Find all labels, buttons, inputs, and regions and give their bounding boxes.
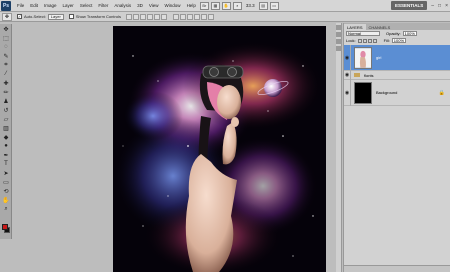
lock-icon: 🔒 bbox=[438, 89, 445, 96]
lasso-tool-icon[interactable]: ◌ bbox=[1, 43, 11, 51]
layer-name[interactable]: girl bbox=[376, 55, 381, 60]
mini-bridge-icon[interactable]: ▦ bbox=[210, 1, 220, 10]
healing-tool-icon[interactable]: ✚ bbox=[1, 79, 11, 87]
ps-logo: Ps bbox=[1, 0, 11, 11]
arrange-docs-icon[interactable]: ▤ bbox=[258, 1, 268, 10]
zoom-tool-icon[interactable]: ⌕ bbox=[1, 205, 11, 213]
minimize-icon[interactable]: – bbox=[429, 3, 436, 9]
fill-field[interactable]: 100% bbox=[391, 38, 406, 43]
blur-tool-icon[interactable]: ◆ bbox=[1, 133, 11, 141]
blend-mode-dropdown[interactable]: Normal bbox=[346, 31, 380, 36]
right-panel-dock: LAYERS CHANNELS Normal Opacity: 100% Loc… bbox=[336, 23, 450, 272]
brush-tool-icon[interactable]: ✏ bbox=[1, 88, 11, 96]
quick-select-tool-icon[interactable]: ✎ bbox=[1, 52, 11, 60]
layer-thumbnail-background bbox=[354, 81, 372, 104]
path-select-tool-icon[interactable]: ➤ bbox=[1, 169, 11, 177]
zoom-level[interactable]: 33.3 bbox=[243, 3, 258, 8]
layer-name[interactable]: flonts bbox=[364, 73, 374, 78]
layer-group-flonts[interactable]: ◉ flonts bbox=[344, 70, 450, 80]
hand-tool-icon[interactable]: ✋ bbox=[1, 196, 11, 204]
layer-list: ◉ girl ◉ flonts ◉ Background 🔒 bbox=[344, 44, 450, 106]
space-girl-artwork bbox=[113, 26, 326, 272]
menu-file[interactable]: File bbox=[14, 3, 27, 8]
menu-layer[interactable]: Layer bbox=[60, 3, 77, 8]
marquee-tool-icon[interactable]: ⬚ bbox=[1, 34, 11, 42]
auto-select-label: Auto-Select: bbox=[24, 14, 46, 19]
gradient-tool-icon[interactable]: ▥ bbox=[1, 124, 11, 132]
menu-help[interactable]: Help bbox=[184, 3, 199, 8]
close-icon[interactable]: × bbox=[443, 3, 450, 9]
type-tool-icon[interactable]: T bbox=[1, 160, 11, 168]
menu-analysis[interactable]: Analysis bbox=[111, 3, 134, 8]
folder-icon bbox=[354, 73, 360, 77]
layer-name[interactable]: Background bbox=[376, 90, 397, 95]
maximize-icon[interactable]: □ bbox=[436, 3, 443, 9]
crop-tool-icon[interactable]: ⌗ bbox=[1, 61, 11, 69]
lock-buttons[interactable] bbox=[357, 38, 378, 43]
zoom-view-icon[interactable]: ⌕ bbox=[232, 1, 242, 10]
layer-thumbnail-girl bbox=[354, 46, 372, 69]
panel-tabs: LAYERS CHANNELS bbox=[344, 23, 450, 30]
menu-image[interactable]: Image bbox=[41, 3, 60, 8]
options-bar: ✥ ✓ Auto-Select: Layer Show Transform Co… bbox=[0, 12, 450, 22]
menu-view[interactable]: View bbox=[146, 3, 162, 8]
photoshop-window: Ps File Edit Image Layer Select Filter A… bbox=[0, 0, 450, 272]
history-brush-tool-icon[interactable]: ↺ bbox=[1, 106, 11, 114]
workspace-switcher[interactable]: ESSENTIALS bbox=[391, 1, 428, 10]
tools-panel: ✥ ⬚ ◌ ✎ ⌗ ⁄ ✚ ✏ ♟ ↺ ▱ ▥ ◆ ● ✒ T ➤ ▭ ⟲ ✋ … bbox=[0, 24, 12, 239]
visibility-eye-icon[interactable]: ◉ bbox=[344, 79, 351, 106]
opacity-field[interactable]: 100% bbox=[402, 31, 417, 36]
layer-background[interactable]: ◉ Background 🔒 bbox=[344, 79, 450, 106]
lock-label: Lock: bbox=[346, 38, 356, 43]
move-tool-icon[interactable]: ✥ bbox=[1, 25, 11, 33]
menu-bar: Ps File Edit Image Layer Select Filter A… bbox=[0, 0, 450, 12]
screen-mode-icon[interactable]: ▭ bbox=[269, 1, 279, 10]
fill-label: Fill: bbox=[383, 38, 390, 43]
blend-row: Normal Opacity: 100% bbox=[344, 30, 450, 37]
layers-panel: LAYERS CHANNELS Normal Opacity: 100% Loc… bbox=[343, 23, 450, 272]
3d-rotate-tool-icon[interactable]: ⟲ bbox=[1, 187, 11, 195]
foreground-color-swatch[interactable] bbox=[2, 224, 8, 230]
transform-controls-label: Show Transform Controls bbox=[75, 14, 121, 19]
auto-select-checkbox[interactable]: ✓ bbox=[17, 14, 22, 19]
visibility-eye-icon[interactable]: ◉ bbox=[344, 70, 351, 80]
distribute-icons[interactable] bbox=[172, 13, 215, 20]
layers-panel-footer[interactable] bbox=[344, 265, 450, 272]
lock-row: Lock: Fill: 100% bbox=[344, 37, 450, 44]
align-icons[interactable] bbox=[125, 13, 168, 20]
hand-view-icon[interactable]: ✋ bbox=[221, 1, 231, 10]
eyedropper-tool-icon[interactable]: ⁄ bbox=[1, 70, 11, 78]
bridge-icon[interactable]: Br bbox=[199, 1, 209, 10]
menu-filter[interactable]: Filter bbox=[95, 3, 111, 8]
shape-tool-icon[interactable]: ▭ bbox=[1, 178, 11, 186]
menu-select[interactable]: Select bbox=[77, 3, 96, 8]
collapsed-panel-icons[interactable] bbox=[336, 23, 342, 272]
dodge-tool-icon[interactable]: ● bbox=[1, 142, 11, 150]
auto-select-dropdown[interactable]: Layer bbox=[47, 13, 64, 20]
eraser-tool-icon[interactable]: ▱ bbox=[1, 115, 11, 123]
opacity-label: Opacity: bbox=[386, 31, 401, 36]
menu-window[interactable]: Window bbox=[162, 3, 184, 8]
move-tool-preset-icon[interactable]: ✥ bbox=[2, 12, 12, 21]
visibility-eye-icon[interactable]: ◉ bbox=[344, 44, 351, 71]
pen-tool-icon[interactable]: ✒ bbox=[1, 151, 11, 159]
clone-stamp-tool-icon[interactable]: ♟ bbox=[1, 97, 11, 105]
menu-edit[interactable]: Edit bbox=[27, 3, 41, 8]
layer-girl[interactable]: ◉ girl bbox=[344, 44, 450, 71]
tab-layers[interactable]: LAYERS bbox=[344, 24, 366, 30]
tab-channels[interactable]: CHANNELS bbox=[366, 24, 394, 30]
document-canvas[interactable] bbox=[113, 26, 326, 272]
menu-3d[interactable]: 3D bbox=[134, 3, 146, 8]
transform-controls-checkbox[interactable] bbox=[68, 14, 74, 19]
